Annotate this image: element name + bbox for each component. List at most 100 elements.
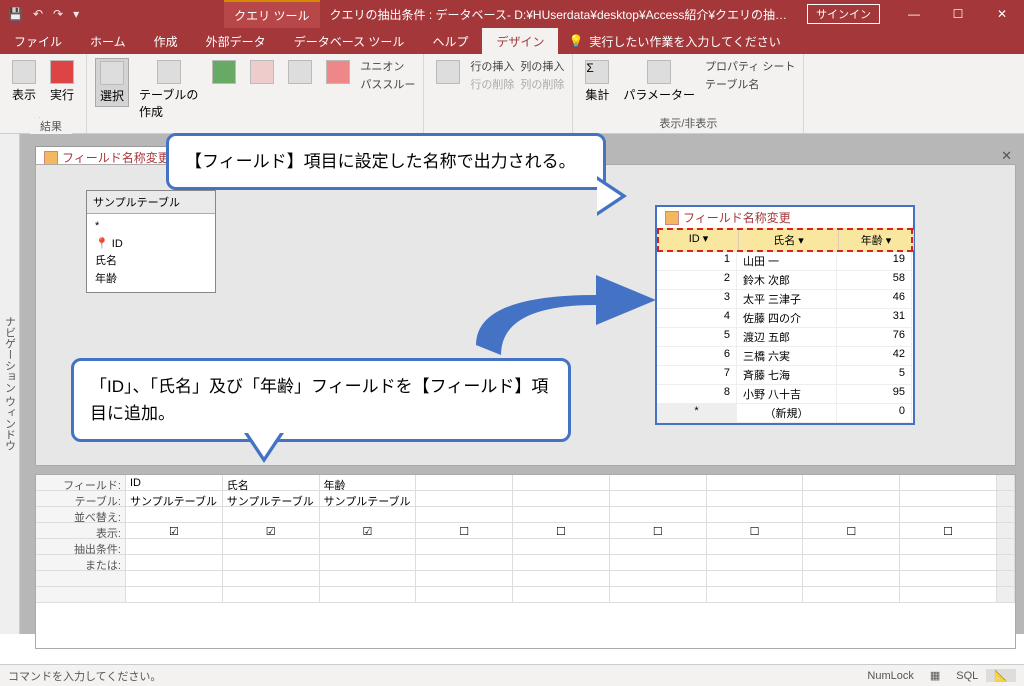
grid-cell[interactable] [803,507,900,523]
grid-cell[interactable] [320,539,417,555]
insert-col-button[interactable]: 列の挿入 [520,58,564,74]
grid-cell[interactable]: 年齢 [320,475,417,491]
table-names-button[interactable]: テーブル名 [705,76,795,92]
grid-cell[interactable] [803,555,900,571]
col-name[interactable]: 氏名 ▾ [739,230,839,250]
undo-icon[interactable]: ↶ [33,7,43,21]
append-button[interactable] [208,58,240,86]
close-tab-button[interactable]: ✕ [1001,148,1012,164]
signin-button[interactable]: サインイン [807,4,880,24]
result-tab[interactable]: フィールド名称変更 [657,207,913,228]
grid-cell[interactable] [126,539,223,555]
grid-cell[interactable] [416,539,513,555]
tab-help[interactable]: ヘルプ [418,28,482,54]
tab-design[interactable]: デザイン [482,28,558,54]
field-name[interactable]: 氏名 [95,253,207,271]
grid-cell[interactable]: ☑ [223,523,320,539]
grid-cell[interactable]: ☐ [513,523,610,539]
grid-cell[interactable] [513,555,610,571]
table-row[interactable]: 7斉藤 七海5 [657,366,913,385]
close-icon[interactable]: ✕ [980,0,1024,28]
grid-cell[interactable] [416,491,513,507]
grid-cell[interactable] [320,571,417,587]
grid-cell[interactable] [416,475,513,491]
delete-button[interactable] [322,58,354,86]
grid-cell[interactable] [223,571,320,587]
union-button[interactable]: ユニオン [360,58,415,74]
grid-cell[interactable] [610,475,707,491]
table-row[interactable]: 6三橋 六実42 [657,347,913,366]
new-row[interactable]: *（新規）0 [657,404,913,423]
property-sheet-button[interactable]: プロパティ シート [705,58,795,74]
tell-me-search[interactable]: 💡 実行したい作業を入力してください [558,28,780,54]
grid-cell[interactable]: ID [126,475,223,491]
update-button[interactable] [246,58,278,86]
grid-cell[interactable] [707,571,804,587]
grid-cell[interactable] [900,539,997,555]
grid-cell[interactable] [513,475,610,491]
grid-cell[interactable]: ☐ [610,523,707,539]
col-age[interactable]: 年齢 ▾ [839,230,914,250]
grid-cell[interactable] [803,587,900,603]
passthrough-button[interactable]: パススルー [360,76,415,92]
grid-cell[interactable] [223,539,320,555]
select-query-button[interactable]: 選択 [95,58,129,107]
grid-cell[interactable]: 氏名 [223,475,320,491]
grid-cell[interactable] [320,507,417,523]
grid-cell[interactable] [416,571,513,587]
table-field-list[interactable]: サンプルテーブル * 📍 ID 氏名 年齢 [86,190,216,293]
grid-cell[interactable] [707,555,804,571]
tab-file[interactable]: ファイル [0,28,76,54]
grid-cell[interactable]: ☑ [320,523,417,539]
grid-cell[interactable] [416,507,513,523]
col-id[interactable]: ID ▾ [659,230,739,250]
field-id[interactable]: 📍 ID [95,236,207,254]
grid-cell[interactable] [223,555,320,571]
navigation-pane-collapsed[interactable]: ナビゲーション ウィンドウ [0,134,20,634]
grid-cell[interactable] [513,571,610,587]
grid-cell[interactable] [223,507,320,523]
grid-cell[interactable] [803,571,900,587]
design-view-button[interactable]: 📐 [986,669,1016,682]
grid-cell[interactable] [513,539,610,555]
grid-cell[interactable] [803,475,900,491]
grid-cell[interactable]: サンプルテーブル [223,491,320,507]
grid-cell[interactable] [320,587,417,603]
sql-view-button[interactable]: SQL [948,670,986,682]
grid-cell[interactable] [610,491,707,507]
view-button[interactable]: 表示 [8,58,40,105]
tab-home[interactable]: ホーム [76,28,140,54]
insert-row-button[interactable]: 行の挿入 [470,58,514,74]
redo-icon[interactable]: ↷ [53,7,63,21]
grid-cell[interactable] [610,507,707,523]
grid-cell[interactable] [513,507,610,523]
grid-cell[interactable] [126,571,223,587]
grid-cell[interactable]: ☐ [416,523,513,539]
minimize-icon[interactable]: ― [892,0,936,28]
tab-create[interactable]: 作成 [140,28,192,54]
grid-cell[interactable] [707,491,804,507]
tab-external[interactable]: 外部データ [192,28,280,54]
grid-cell[interactable] [126,507,223,523]
table-row[interactable]: 8小野 八十吉95 [657,385,913,404]
grid-cell[interactable] [803,539,900,555]
tab-dbtools[interactable]: データベース ツール [280,28,419,54]
table-row[interactable]: 4佐藤 四の介31 [657,309,913,328]
grid-cell[interactable]: ☐ [803,523,900,539]
maximize-icon[interactable]: ☐ [936,0,980,28]
run-button[interactable]: 実行 [46,58,78,105]
grid-cell[interactable] [900,507,997,523]
parameters-button[interactable]: パラメーター [619,58,699,105]
field-star[interactable]: * [95,218,207,236]
grid-cell[interactable] [900,475,997,491]
grid-cell[interactable]: サンプルテーブル [320,491,417,507]
delete-col-button[interactable]: 列の削除 [520,76,564,92]
grid-cell[interactable] [707,507,804,523]
datasheet-view-button[interactable]: ▦ [922,669,948,682]
grid-cell[interactable]: ☐ [707,523,804,539]
grid-cell[interactable] [610,587,707,603]
grid-cell[interactable] [900,555,997,571]
grid-cell[interactable] [900,571,997,587]
qat-dropdown-icon[interactable]: ▾ [73,7,79,21]
design-canvas[interactable]: サンプルテーブル * 📍 ID 氏名 年齢 【フィールド】項目に設定した名称で出… [35,164,1016,466]
